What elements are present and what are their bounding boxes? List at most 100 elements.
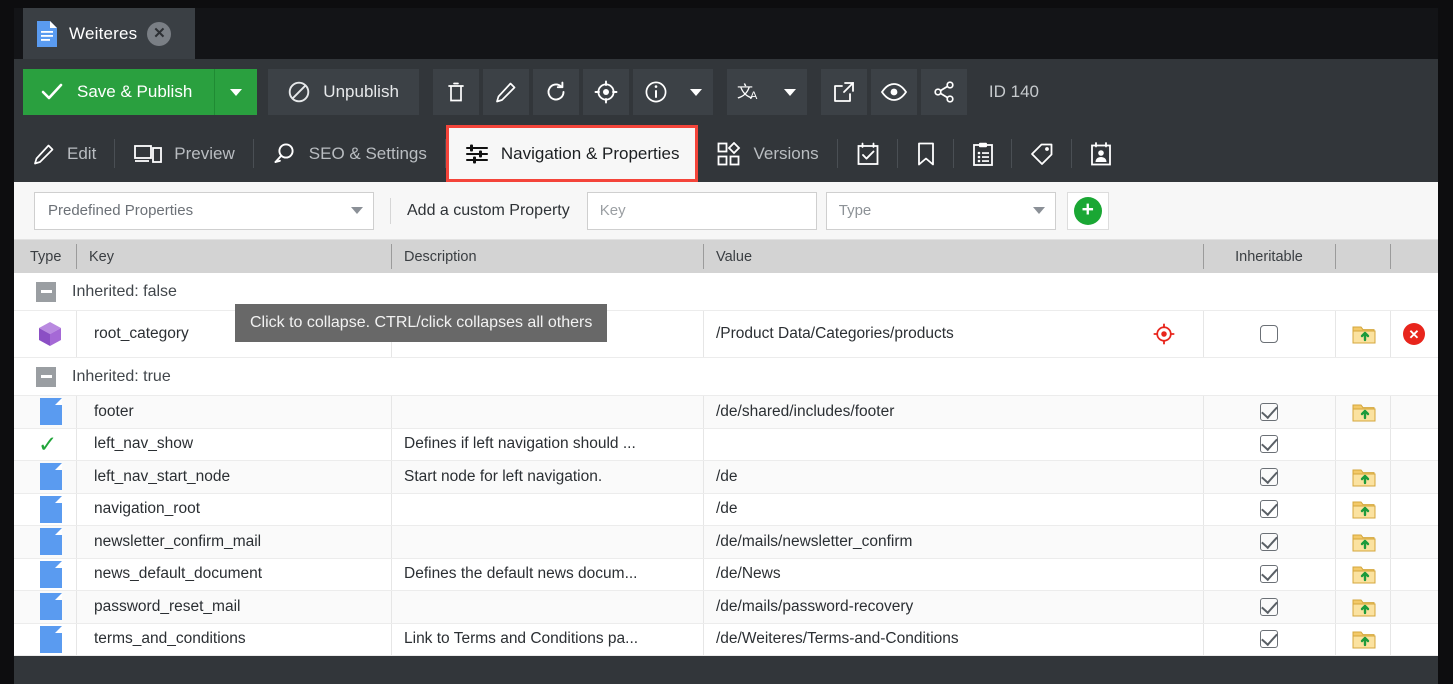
folder-upload-icon[interactable] — [1352, 499, 1375, 519]
table-row[interactable]: terms_and_conditions Link to Terms and C… — [14, 623, 1438, 656]
delete-circle-icon[interactable]: ✕ — [1403, 323, 1425, 345]
custom-property-type-select[interactable]: Type — [825, 191, 1056, 230]
table-row[interactable]: news_default_document Defines the defaul… — [14, 558, 1438, 591]
row-inheritable-cell[interactable] — [1203, 428, 1335, 461]
tab-edit[interactable]: Edit — [14, 125, 116, 182]
folder-upload-icon[interactable] — [1352, 532, 1375, 552]
inheritable-checkbox[interactable] — [1260, 532, 1278, 551]
tab-versions[interactable]: Versions — [698, 125, 838, 182]
table-row[interactable]: navigation_root /de — [14, 493, 1438, 526]
column-header-actions-2[interactable] — [1390, 240, 1438, 273]
tab-contacts[interactable] — [1072, 125, 1130, 182]
custom-property-key-input[interactable]: Key — [586, 191, 817, 230]
folder-upload-icon[interactable] — [1352, 629, 1375, 649]
preview-eye-icon[interactable] — [870, 69, 917, 115]
collapse-minus-icon[interactable] — [36, 366, 56, 387]
inheritable-checkbox[interactable] — [1260, 325, 1278, 343]
row-delete-action-cell[interactable]: ✕ — [1390, 311, 1438, 357]
row-value-cell: /de/mails/newsletter_confirm — [703, 526, 1203, 558]
folder-upload-icon[interactable] — [1352, 597, 1375, 617]
collapse-minus-icon[interactable] — [36, 281, 56, 302]
inheritable-checkbox[interactable] — [1260, 500, 1278, 519]
info-dropdown-caret-icon[interactable] — [678, 69, 713, 115]
row-type-cell: ✓ — [14, 429, 76, 461]
row-folder-action-cell[interactable] — [1335, 526, 1390, 558]
table-row[interactable]: left_nav_start_node Start node for left … — [14, 461, 1438, 494]
inheritable-checkbox[interactable] — [1260, 630, 1278, 649]
unpublish-button[interactable]: Unpublish — [268, 69, 419, 115]
table-row[interactable]: root_category /Product Data/Categories/p… — [14, 311, 1438, 358]
column-header-type[interactable]: Type — [14, 240, 76, 273]
check-icon: ✓ — [38, 430, 58, 457]
column-header-value[interactable]: Value — [703, 240, 1203, 273]
tab-seo-settings[interactable]: SEO & Settings — [254, 125, 447, 182]
add-property-button[interactable]: + — [1066, 191, 1109, 230]
delete-icon[interactable] — [432, 69, 479, 115]
reload-icon[interactable] — [532, 69, 579, 115]
column-header-inheritable[interactable]: Inheritable — [1203, 240, 1335, 273]
table-row[interactable]: password_reset_mail /de/mails/password-r… — [14, 591, 1438, 624]
row-inheritable-cell[interactable] — [1203, 623, 1335, 656]
row-inheritable-cell[interactable] — [1203, 461, 1335, 493]
locate-target-icon[interactable] — [582, 69, 629, 115]
column-header-key[interactable]: Key — [76, 240, 391, 273]
document-icon — [40, 625, 62, 653]
rename-pencil-icon[interactable] — [482, 69, 529, 115]
group-header-inherited-true[interactable]: Inherited: true — [14, 358, 1438, 396]
row-inheritable-cell[interactable] — [1203, 526, 1335, 558]
folder-upload-icon[interactable] — [1352, 402, 1375, 422]
row-value-cell — [703, 428, 1203, 461]
info-icon[interactable] — [632, 69, 679, 115]
folder-upload-icon[interactable] — [1352, 324, 1375, 344]
document-icon — [40, 528, 62, 556]
row-key-cell: password_reset_mail — [76, 591, 391, 623]
row-inheritable-cell[interactable] — [1203, 396, 1335, 428]
folder-upload-icon[interactable] — [1352, 467, 1375, 487]
table-row[interactable]: footer /de/shared/includes/footer — [14, 396, 1438, 429]
row-value-cell[interactable]: /Product Data/Categories/products — [703, 311, 1203, 357]
open-external-icon[interactable] — [820, 69, 867, 115]
row-folder-action-cell[interactable] — [1335, 461, 1390, 493]
row-folder-action-cell[interactable] — [1335, 396, 1390, 428]
inheritable-checkbox[interactable] — [1260, 402, 1278, 421]
row-folder-action-cell[interactable] — [1335, 311, 1390, 357]
column-header-actions-1[interactable] — [1335, 240, 1390, 273]
tab-scheduler[interactable] — [838, 125, 898, 182]
tab-tasks[interactable] — [954, 125, 1012, 182]
share-icon[interactable] — [920, 69, 967, 115]
row-inheritable-cell[interactable] — [1203, 558, 1335, 591]
folder-upload-icon[interactable] — [1352, 564, 1375, 584]
row-folder-action-cell[interactable] — [1335, 493, 1390, 526]
row-key-cell: newsletter_confirm_mail — [76, 526, 391, 558]
tab-tags[interactable] — [1012, 125, 1072, 182]
locate-target-icon[interactable] — [1153, 323, 1175, 345]
close-icon[interactable]: ✕ — [147, 21, 172, 46]
document-tab-weiteres[interactable]: Weiteres ✕ — [23, 8, 195, 59]
row-inheritable-cell[interactable] — [1203, 493, 1335, 526]
document-icon — [40, 593, 62, 621]
column-header-description[interactable]: Description — [391, 240, 703, 273]
add-custom-property-label: Add a custom Property — [407, 201, 570, 219]
inheritable-checkbox[interactable] — [1260, 565, 1278, 584]
row-inheritable-cell[interactable] — [1203, 311, 1335, 357]
chevron-down-icon — [230, 88, 243, 96]
row-folder-action-cell[interactable] — [1335, 591, 1390, 623]
group-header-inherited-false[interactable]: Inherited: false — [14, 273, 1438, 311]
save-publish-button[interactable]: Save & Publish — [23, 69, 216, 115]
tab-navigation-properties[interactable]: Navigation & Properties — [445, 125, 699, 182]
translate-dropdown-caret-icon[interactable] — [772, 69, 807, 115]
inheritable-checkbox[interactable] — [1260, 597, 1278, 616]
predefined-properties-select[interactable]: Predefined Properties — [34, 191, 374, 230]
row-key-cell: left_nav_show — [76, 428, 391, 461]
tab-preview[interactable]: Preview — [115, 125, 255, 182]
row-folder-action-cell[interactable] — [1335, 558, 1390, 591]
tab-bookmark[interactable] — [898, 125, 954, 182]
save-publish-dropdown-button[interactable] — [215, 69, 258, 115]
translate-icon[interactable]: 文A — [726, 69, 773, 115]
table-row[interactable]: ✓ left_nav_show Defines if left navigati… — [14, 428, 1438, 461]
inheritable-checkbox[interactable] — [1260, 435, 1278, 454]
row-inheritable-cell[interactable] — [1203, 591, 1335, 623]
row-folder-action-cell[interactable] — [1335, 623, 1390, 656]
table-row[interactable]: newsletter_confirm_mail /de/mails/newsle… — [14, 526, 1438, 559]
inheritable-checkbox[interactable] — [1260, 467, 1278, 486]
